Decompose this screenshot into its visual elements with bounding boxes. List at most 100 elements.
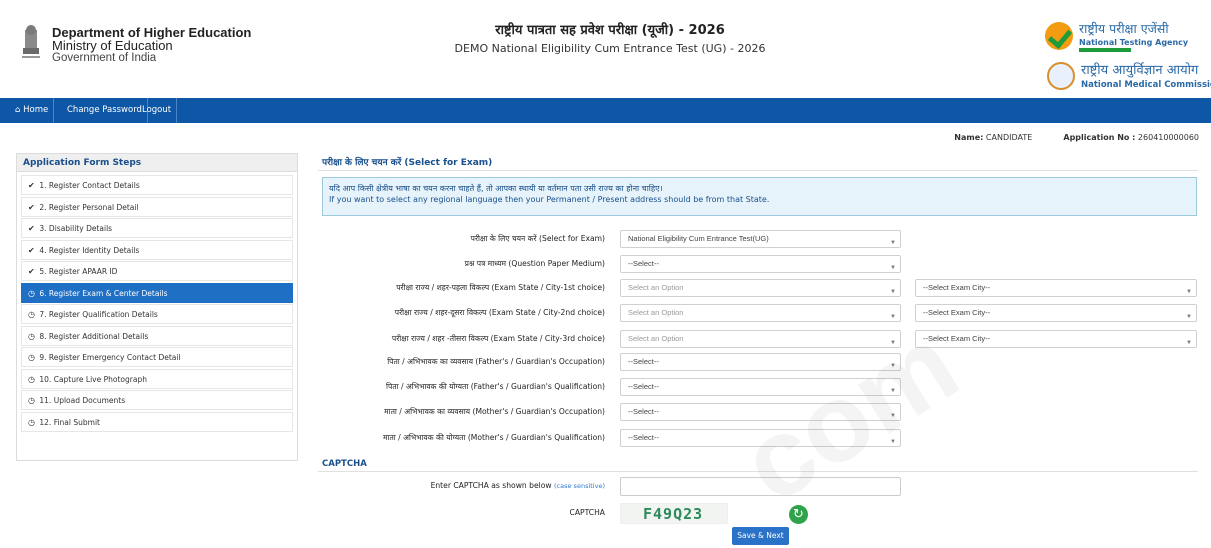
form-row-select[interactable]: --Select-- ▼	[620, 353, 901, 371]
sidebar-step-11[interactable]: ◷ 11. Upload Documents	[21, 390, 293, 411]
nta-name-hindi: राष्ट्रीय परीक्षा एजेंसी	[1079, 21, 1169, 36]
select-value: Select an Option	[628, 308, 684, 317]
nav-home-label: Home	[23, 105, 49, 115]
save-next-button[interactable]: Save & Next	[732, 527, 789, 545]
chevron-down-icon: ▼	[890, 265, 896, 271]
form-row-select[interactable]: --Select-- ▼	[620, 255, 901, 273]
captcha-enter-label-wrap: Enter CAPTCHA as shown below (case sensi…	[318, 481, 605, 490]
sidebar-step-12[interactable]: ◷ 12. Final Submit	[21, 412, 293, 433]
sidebar-step-label: 11. Upload Documents	[39, 396, 126, 406]
captcha-enter-label: Enter CAPTCHA as shown below	[430, 481, 552, 490]
section-divider	[318, 170, 1198, 171]
sidebar-step-4[interactable]: ✔ 4. Register Identity Details	[21, 239, 293, 260]
form-row-select[interactable]: National Eligibility Cum Entrance Test(U…	[620, 230, 901, 248]
nta-logo: राष्ट्रीय परीक्षा एजेंसी National Testin…	[1045, 20, 1205, 56]
nmc-name-english: National Medical Commission	[1081, 80, 1211, 90]
application-steps-sidebar: Application Form Steps ✔ 1. Register Con…	[16, 153, 298, 461]
captcha-heading: CAPTCHA	[322, 459, 367, 469]
case-sensitive-note: (case sensitive)	[554, 482, 605, 490]
steps-list: ✔ 1. Register Contact Details ✔ 2. Regist…	[17, 172, 297, 433]
select-value: Select an Option	[628, 283, 684, 292]
sidebar-step-3[interactable]: ✔ 3. Disability Details	[21, 218, 293, 239]
sidebar-step-label: 8. Register Additional Details	[39, 331, 149, 341]
chevron-down-icon: ▼	[890, 413, 896, 419]
chevron-down-icon: ▼	[890, 314, 896, 320]
clock-icon: ◷	[28, 418, 35, 428]
sidebar-step-10[interactable]: ◷ 10. Capture Live Photograph	[21, 368, 293, 389]
form-row-label: प्रश्न पत्र माध्यम (Question Paper Mediu…	[464, 259, 605, 268]
chevron-down-icon: ▼	[1186, 314, 1192, 320]
sidebar-step-9[interactable]: ◷ 9. Register Emergency Contact Detail	[21, 347, 293, 368]
captcha-input[interactable]	[620, 477, 901, 496]
clock-icon: ◷	[28, 374, 35, 384]
chevron-down-icon: ▼	[1186, 289, 1192, 295]
check-circle-icon: ✔	[28, 224, 35, 234]
select-value: --Select Exam City--	[923, 334, 991, 343]
home-icon: ⌂	[15, 105, 21, 115]
nta-check-icon	[1045, 22, 1073, 50]
form-row-select[interactable]: --Select-- ▼	[620, 378, 901, 396]
nav-logout-link[interactable]: Logout	[137, 98, 178, 123]
regional-language-notice: यदि आप किसी क्षेत्रीय भाषा का चयन करना च…	[322, 177, 1197, 216]
captcha-text: F49Q23	[643, 505, 704, 523]
select-value: --Select--	[628, 259, 659, 268]
sidebar-step-label: 1. Register Contact Details	[39, 181, 140, 190]
form-row-select[interactable]: --Select-- ▼	[620, 403, 901, 421]
sidebar-title: Application Form Steps	[17, 154, 297, 172]
chevron-down-icon: ▼	[890, 363, 896, 369]
top-navbar: ⌂ Home Change Password Logout	[0, 98, 1211, 123]
application-no-label: Application No :	[1063, 133, 1136, 142]
nta-name-english: National Testing Agency	[1079, 38, 1189, 47]
user-info: Name: CANDIDATE Application No : 2604100…	[954, 133, 1199, 142]
form-row-select[interactable]: Select an Option ▼	[620, 304, 901, 322]
sidebar-step-8[interactable]: ◷ 8. Register Additional Details	[21, 325, 293, 346]
chevron-down-icon: ▼	[890, 388, 896, 394]
chevron-down-icon: ▼	[1186, 340, 1192, 346]
exam-city-select[interactable]: --Select Exam City-- ▼	[915, 330, 1197, 348]
chevron-down-icon: ▼	[890, 340, 896, 346]
clock-icon: ◷	[28, 331, 35, 341]
sidebar-step-label: 10. Capture Live Photograph	[39, 374, 147, 384]
nav-home-link[interactable]: ⌂ Home	[10, 98, 55, 123]
nav-change-password-link[interactable]: Change Password	[62, 98, 148, 123]
form-row-label: पिता / अभिभावक की योग्यता (Father's / Gu…	[386, 382, 605, 391]
select-value: National Eligibility Cum Entrance Test(U…	[628, 234, 769, 243]
chevron-down-icon: ▼	[890, 289, 896, 295]
name-label: Name:	[954, 133, 984, 142]
sidebar-step-label: 5. Register APAAR ID	[39, 267, 118, 277]
check-circle-icon: ✔	[28, 181, 35, 190]
form-row-label: पिता / अभिभावक का व्यवसाय (Father's / Gu…	[387, 357, 605, 366]
sidebar-step-2[interactable]: ✔ 2. Register Personal Detail	[21, 196, 293, 217]
captcha-label: CAPTCHA	[569, 508, 605, 517]
exam-city-select[interactable]: --Select Exam City-- ▼	[915, 279, 1197, 297]
select-value: --Select--	[628, 357, 659, 366]
select-value: --Select--	[628, 407, 659, 416]
sidebar-step-label: 6. Register Exam & Center Details	[39, 288, 168, 298]
refresh-captcha-icon[interactable]: ↻	[789, 505, 808, 524]
form-row-select[interactable]: Select an Option ▼	[620, 330, 901, 348]
form-row-select[interactable]: Select an Option ▼	[620, 279, 901, 297]
exam-title-english: DEMO National Eligibility Cum Entrance T…	[454, 42, 766, 55]
form-row-select[interactable]: --Select-- ▼	[620, 429, 901, 447]
check-circle-icon: ✔	[28, 245, 35, 255]
form-row-label: परीक्षा राज्य / शहर -तीसरा विकल्प (Exam …	[391, 334, 605, 343]
notice-hindi: यदि आप किसी क्षेत्रीय भाषा का चयन करना च…	[329, 184, 663, 193]
sidebar-step-1[interactable]: ✔ 1. Register Contact Details	[21, 175, 293, 195]
government-title: Government of India	[52, 52, 157, 64]
sidebar-step-7[interactable]: ◷ 7. Register Qualification Details	[21, 304, 293, 325]
clock-icon: ◷	[28, 288, 35, 298]
exam-city-select[interactable]: --Select Exam City-- ▼	[915, 304, 1197, 322]
captcha-divider	[318, 471, 1198, 472]
form-row-label: परीक्षा के लिए चयन करें (Select for Exam…	[470, 234, 605, 243]
section-title: परीक्षा के लिए चयन करें (Select for Exam…	[322, 158, 493, 168]
sidebar-step-label: 4. Register Identity Details	[39, 245, 140, 255]
clock-icon: ◷	[28, 396, 35, 406]
sidebar-step-6[interactable]: ◷ 6. Register Exam & Center Details	[21, 282, 293, 303]
select-value: --Select--	[628, 382, 659, 391]
select-value: --Select Exam City--	[923, 308, 991, 317]
sidebar-step-label: 2. Register Personal Detail	[39, 202, 139, 212]
sidebar-step-5[interactable]: ✔ 5. Register APAAR ID	[21, 261, 293, 282]
check-circle-icon: ✔	[28, 202, 35, 212]
nmc-emblem-icon	[1047, 62, 1075, 90]
notice-english: If you want to select any regional langu…	[329, 195, 770, 204]
